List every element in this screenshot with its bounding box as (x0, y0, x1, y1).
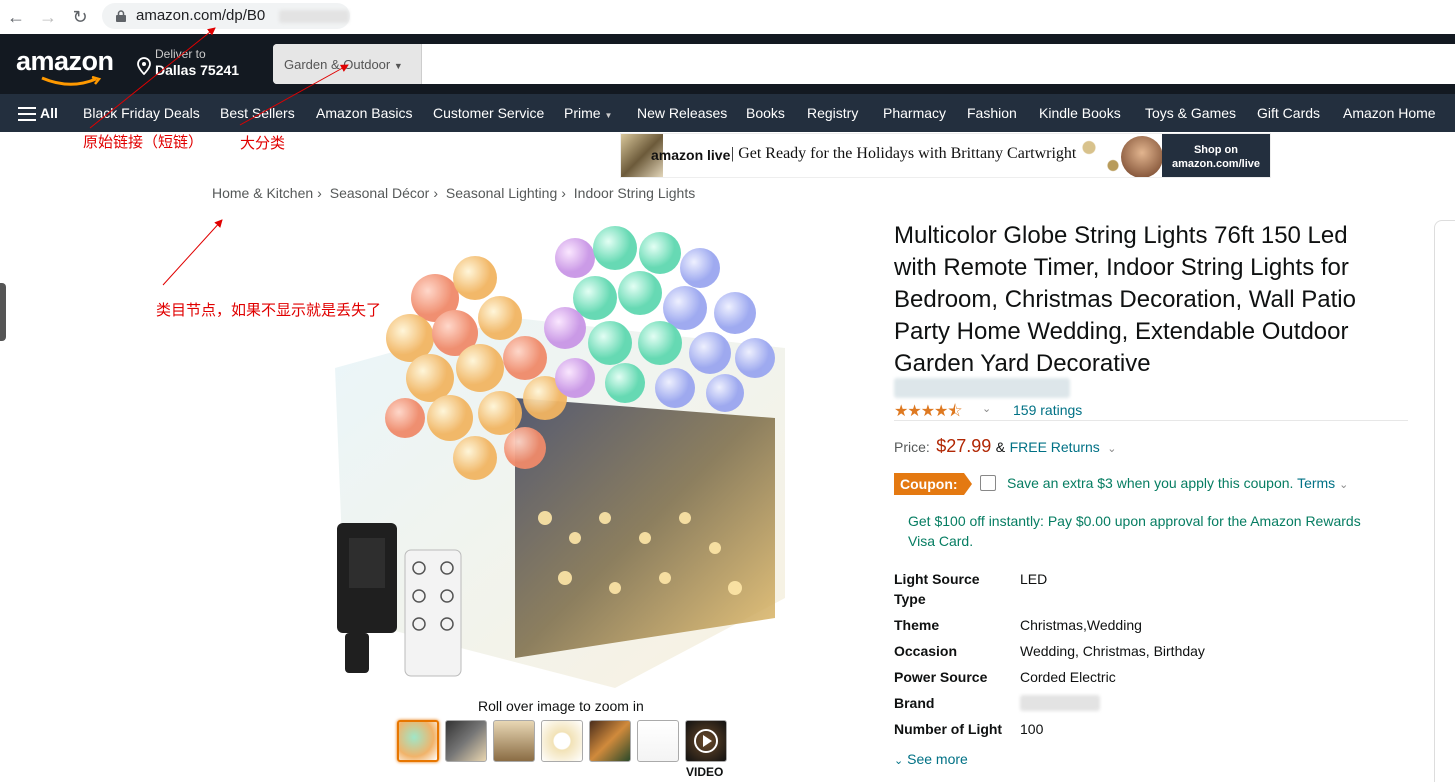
breadcrumb: Home & Kitchen › Seasonal Décor › Seasonal… (212, 185, 699, 201)
spec-key: Theme (894, 617, 940, 633)
spec-key: Power Source (894, 669, 988, 685)
thumbnail-video[interactable] (685, 720, 727, 762)
spec-key: Brand (894, 695, 935, 711)
spec-value: Christmas,Wedding (1020, 617, 1142, 633)
spec-value: 100 (1020, 721, 1044, 737)
banner-tagline: | Get Ready for the Holidays with Britta… (731, 145, 1077, 162)
chevron-down-icon: ⌄ (894, 755, 904, 767)
breadcrumb-item[interactable]: Seasonal Décor (330, 185, 430, 201)
thumbnail-1[interactable] (397, 720, 439, 762)
video-label: VIDEO (686, 765, 724, 779)
thumbnail-2[interactable] (445, 720, 487, 762)
free-returns-link[interactable]: FREE Returns (1010, 439, 1100, 455)
price-block: Price: $27.99 & FREE Returns ⌄ (894, 436, 1116, 457)
spec-row: Number of Light Sources 100 (894, 719, 1394, 743)
spec-value: Corded Electric (1020, 669, 1116, 685)
banner-cta-line1: Shop on (1193, 144, 1238, 156)
thumbnail-6[interactable] (637, 720, 679, 762)
price-label: Price: (894, 439, 930, 455)
breadcrumb-item[interactable]: Home & Kitchen (212, 185, 313, 201)
breadcrumb-item[interactable]: Seasonal Lighting (446, 185, 557, 201)
thumbnail-5[interactable] (589, 720, 631, 762)
price-and: & (995, 439, 1006, 455)
coupon-checkbox[interactable] (980, 475, 996, 491)
banner-brand: amazon live (651, 147, 731, 163)
spec-value: LED (1020, 571, 1048, 587)
rewards-card-promo[interactable]: Get $100 off instantly: Pay $0.00 upon a… (908, 511, 1388, 551)
star-rating-icon[interactable]: ★★★★⯪ (894, 400, 963, 427)
side-tab[interactable] (0, 283, 6, 341)
spec-key: Number of Light Sources (894, 721, 1003, 743)
chevron-down-icon[interactable]: ⌄ (982, 402, 991, 415)
annotation-short-link: 原始链接（短链） (83, 134, 204, 151)
thumbnail-4[interactable] (541, 720, 583, 762)
coupon-text: Save an extra $3 when you apply this cou… (1007, 475, 1348, 491)
coupon-badge: Coupon: (894, 473, 972, 495)
amazon-live-banner[interactable]: amazon live | Get Ready for the Holidays… (620, 133, 1271, 178)
banner-host-photo (1121, 136, 1163, 177)
buy-box-edge (1434, 220, 1455, 782)
coupon-description: Save an extra $3 when you apply this cou… (1007, 475, 1294, 491)
coupon-terms-link[interactable]: Terms (1297, 475, 1335, 491)
breadcrumb-item[interactable]: Indoor String Lights (574, 185, 695, 201)
play-icon (694, 729, 718, 753)
see-more-label: See more (907, 751, 968, 767)
see-more-link[interactable]: ⌄ See more (894, 751, 968, 767)
product-main-image[interactable] (315, 218, 815, 696)
banner-cta: Shop on amazon.com/live (1172, 143, 1260, 171)
spec-key: Occasion (894, 643, 958, 659)
zoom-hint: Roll over image to zoom in (478, 698, 644, 714)
annotation-category: 大分类 (240, 135, 286, 152)
chevron-down-icon[interactable]: ⌄ (1107, 443, 1116, 455)
product-title: Multicolor Globe String Lights 76ft 150 … (894, 222, 1356, 377)
product-image-illustration (335, 226, 785, 688)
spec-value: Wedding, Christmas, Birthday (1020, 643, 1205, 659)
breadcrumb-separator: › (561, 185, 566, 201)
redacted-brand-link (894, 378, 1070, 398)
breadcrumb-separator: › (433, 185, 439, 201)
spec-value-redacted (1020, 695, 1100, 711)
breadcrumb-separator: › (317, 185, 322, 201)
banner-cta-line2: amazon.com/live (1171, 158, 1260, 170)
ratings-count-link[interactable]: 159 ratings (1013, 402, 1082, 418)
chevron-down-icon[interactable]: ⌄ (1339, 479, 1348, 491)
spec-key: Light Source Type (894, 571, 980, 607)
price-value: $27.99 (936, 436, 992, 456)
thumbnail-3[interactable] (493, 720, 535, 762)
divider (894, 420, 1408, 421)
